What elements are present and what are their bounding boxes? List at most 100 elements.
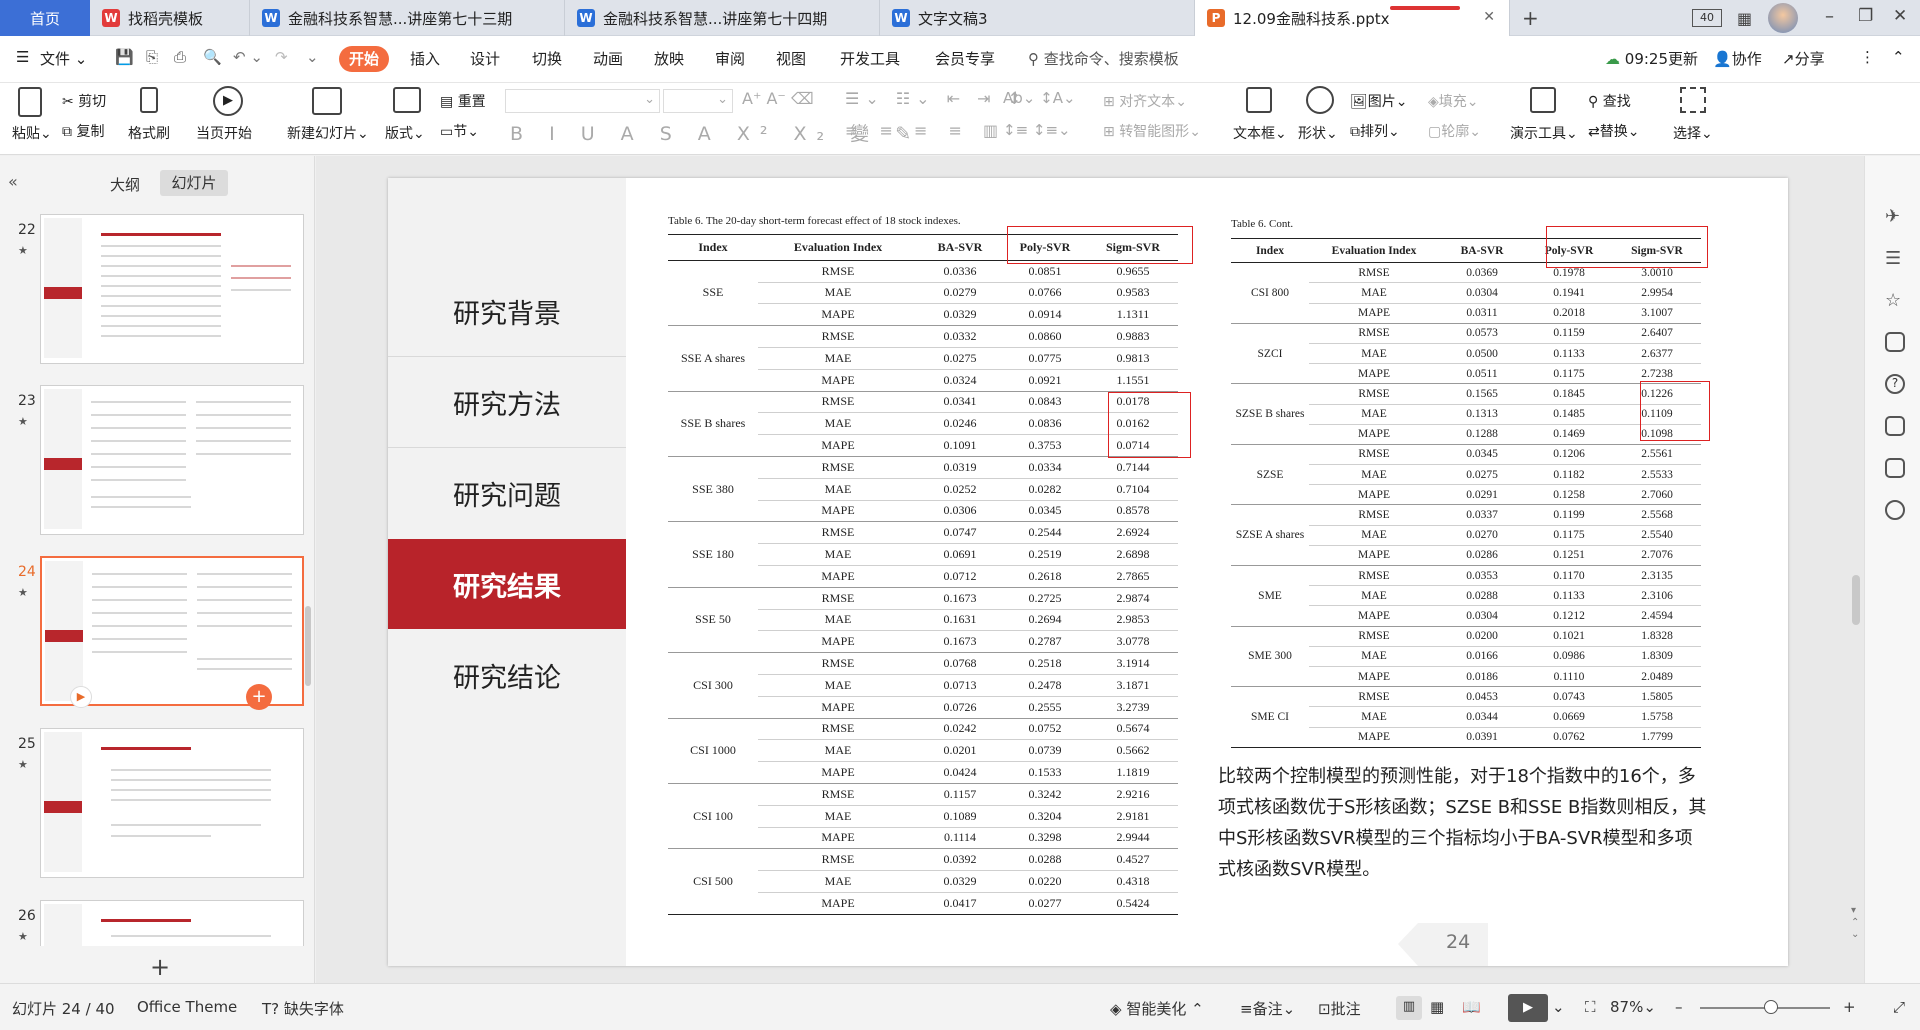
restore-icon[interactable]: ❐ — [1858, 6, 1873, 26]
menu-developer[interactable]: 开发工具 — [840, 48, 900, 69]
nav-conclusion[interactable]: 研究结论 — [388, 630, 626, 720]
missing-font-button[interactable]: T? 缺失字体 — [262, 998, 344, 1019]
menu-insert[interactable]: 插入 — [410, 48, 440, 69]
align-text-button[interactable]: ⊞ 对齐文本⌄ — [1103, 91, 1187, 111]
slideshow-options-icon[interactable]: ⌄ — [1552, 998, 1565, 1016]
save-icon[interactable]: 💾 — [115, 48, 134, 66]
zoom-level[interactable]: 87%⌄ — [1610, 998, 1656, 1016]
collapse-ribbon-icon[interactable]: ⌃ — [1892, 48, 1905, 66]
print-icon[interactable]: ⎙ — [174, 48, 186, 66]
rocket-icon[interactable]: ✈ — [1885, 206, 1905, 227]
select-button[interactable]: 选择⌄ — [1673, 123, 1713, 143]
page-nav-arrows[interactable]: ▾ ⌃ ⌄ — [1851, 905, 1859, 941]
arrange-button[interactable]: ⧉排列⌄ — [1350, 121, 1400, 141]
star-icon[interactable]: ☆ — [1885, 290, 1905, 311]
picture-icon[interactable] — [1885, 416, 1905, 436]
grid-icon[interactable]: ▦ — [1737, 9, 1752, 28]
textbox-icon[interactable] — [1246, 87, 1272, 117]
paste-button[interactable]: 粘贴⌄ — [12, 123, 52, 143]
notes-button[interactable]: ≡备注⌄ — [1240, 998, 1295, 1019]
sorter-view-icon[interactable]: ▦ — [1430, 998, 1444, 1016]
close-tab-icon[interactable]: ✕ — [1483, 9, 1495, 25]
list-icons[interactable]: ☰⌄ ☷⌄ ⇤ ⇥ ↕ — [845, 89, 1027, 108]
select-icon[interactable] — [1680, 87, 1706, 117]
copy-button[interactable]: ⧉ 复制 — [62, 121, 104, 141]
slide-thumbnail-22[interactable] — [40, 214, 304, 364]
tab-doc-73[interactable]: W 金融科技系智慧...讲座第七十三期 — [250, 0, 565, 36]
nav-results[interactable]: 研究结果 — [388, 539, 626, 629]
shape-icon[interactable] — [1306, 86, 1334, 118]
textbox-button[interactable]: 文本框⌄ — [1233, 123, 1287, 143]
play-from-current-icon[interactable]: ▶ — [213, 86, 243, 116]
new-tab-icon[interactable]: + — [1522, 6, 1539, 30]
slide-thumbnail-24[interactable]: ▶ + — [40, 556, 304, 710]
avatar[interactable] — [1768, 3, 1798, 33]
collapse-panel-icon[interactable]: « — [8, 172, 18, 191]
find-button[interactable]: ⚲ 查找 — [1588, 91, 1631, 111]
format-painter-button[interactable]: 格式刷 — [128, 123, 170, 143]
close-window-icon[interactable]: ✕ — [1893, 6, 1907, 26]
paste-icon[interactable] — [18, 87, 42, 121]
menu-view[interactable]: 视图 — [776, 48, 806, 69]
theme-name[interactable]: Office Theme — [137, 998, 237, 1016]
line-spacing-icon[interactable]: ↕≡ ↕≡⌄ — [1003, 121, 1071, 139]
settings-sliders-icon[interactable]: ☰ — [1885, 248, 1905, 269]
menu-member[interactable]: 会员专享 — [935, 48, 995, 69]
text-direction-icon[interactable]: Ab⌄ ↕A⌄ — [1003, 89, 1076, 107]
cut-button[interactable]: ✂ 剪切 — [62, 91, 106, 111]
new-slide-icon[interactable] — [312, 87, 342, 119]
menu-design[interactable]: 设计 — [470, 48, 500, 69]
picture-button[interactable]: 🖼图片⌄ — [1350, 91, 1408, 111]
book-icon[interactable] — [1885, 458, 1905, 478]
add-slide-icon[interactable]: + — [150, 953, 170, 981]
tab-doc-74[interactable]: W 金融科技系智慧...讲座第七十四期 — [565, 0, 880, 36]
menu-transition[interactable]: 切换 — [532, 48, 562, 69]
play-from-current-button[interactable]: 当页开始 — [196, 123, 252, 143]
reading-view-icon[interactable]: 📖 — [1462, 998, 1481, 1016]
window-count-badge[interactable]: 40 — [1692, 9, 1722, 27]
outline-button[interactable]: ▢轮廓⌄ — [1428, 121, 1481, 141]
hamburger-icon[interactable]: ☰ — [16, 48, 29, 66]
copy-icon[interactable] — [1885, 332, 1905, 352]
tab-outline[interactable]: 大纲 — [110, 174, 140, 195]
tab-home[interactable]: 首页 — [0, 0, 90, 36]
menu-file[interactable]: 文件 ⌄ — [40, 48, 87, 69]
tab-daoke[interactable]: W 找稻壳模板 — [90, 0, 250, 36]
export-pdf-icon[interactable]: ⎘ — [146, 48, 158, 66]
presenter-tools-button[interactable]: 演示工具⌄ — [1510, 123, 1578, 143]
quick-access-more-icon[interactable]: ⌄ — [306, 48, 319, 66]
nav-background[interactable]: 研究背景 — [388, 266, 626, 356]
nav-question[interactable]: 研究问题 — [388, 448, 626, 538]
zoom-out-icon[interactable]: – — [1675, 998, 1683, 1016]
format-painter-icon[interactable] — [140, 87, 158, 117]
add-slide-icon[interactable]: + — [246, 684, 272, 710]
slide[interactable]: 研究背景 研究方法 研究问题 研究结果 研究结论 Table 6. The 20… — [388, 178, 1788, 966]
redo-icon[interactable]: ↷ — [275, 48, 288, 66]
slide-thumbnail-26[interactable] — [40, 900, 304, 948]
more-icon[interactable]: ⋮ — [1860, 48, 1875, 66]
fullscreen-icon[interactable]: ⤢ — [1893, 998, 1905, 1016]
help-icon[interactable]: ? — [1885, 374, 1905, 394]
menu-animation[interactable]: 动画 — [593, 48, 623, 69]
cloud-sync-status[interactable]: ☁ 09:25更新 — [1605, 48, 1698, 69]
normal-view-icon[interactable]: ▥ — [1396, 996, 1422, 1020]
undo-icon[interactable]: ↶ ⌄ — [233, 48, 263, 66]
menu-slideshow[interactable]: 放映 — [654, 48, 684, 69]
comment-button[interactable]: ⊡批注 — [1318, 998, 1361, 1019]
play-icon[interactable]: ▶ — [70, 686, 92, 708]
font-size-select[interactable]: ⌄ — [663, 89, 733, 113]
layout-button[interactable]: 版式⌄ — [385, 123, 425, 143]
presenter-tools-icon[interactable] — [1530, 87, 1556, 117]
slide-thumbnail-23[interactable] — [40, 385, 304, 535]
shape-button[interactable]: 形状⌄ — [1298, 123, 1338, 143]
slide-thumbnail-25[interactable] — [40, 728, 304, 878]
tab-slides[interactable]: 幻灯片 — [160, 170, 228, 196]
slideshow-play-button[interactable]: ▶ — [1508, 994, 1548, 1022]
smart-art-button[interactable]: ⊞ 转智能图形⌄ — [1103, 121, 1201, 141]
paragraph-align-icons[interactable]: ≡ ≡ ≡ ≡ ▥ — [845, 121, 1006, 140]
new-slide-button[interactable]: 新建幻灯片⌄ — [287, 123, 369, 143]
gear-icon[interactable] — [1885, 500, 1905, 520]
tab-doc-3[interactable]: W 文字文稿3 — [880, 0, 1195, 36]
zoom-slider-thumb[interactable] — [1764, 1000, 1778, 1014]
minimize-icon[interactable]: – — [1825, 6, 1834, 27]
